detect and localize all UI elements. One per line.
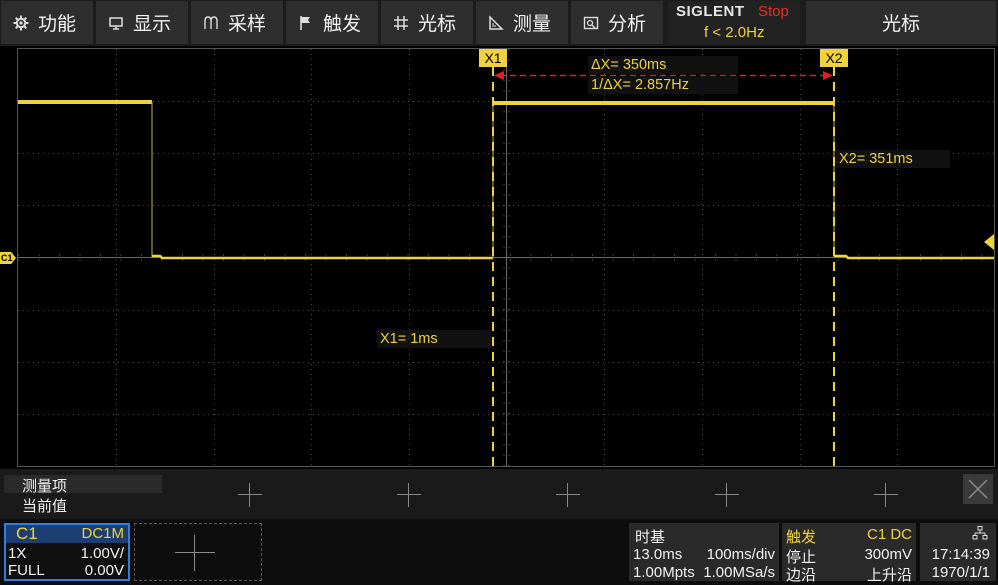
display-icon — [108, 15, 124, 31]
menu-trigger-label: 触发 — [323, 13, 362, 35]
waveform-grid — [0, 46, 998, 468]
timebase-delay: 13.0ms — [633, 546, 683, 563]
measure-current-value-label: 当前值 — [22, 497, 68, 515]
inverse-delta-x-readout: 1/ΔX= 2.857Hz — [588, 76, 738, 94]
menu-measure[interactable]: 测量 — [476, 1, 568, 44]
measure-items-label: 测量项 — [22, 477, 68, 495]
plus-icon — [175, 535, 215, 571]
cursor-x1-readout: X1= 1ms — [377, 330, 491, 348]
network-icon — [972, 526, 988, 540]
clock-date: 1970/1/1 — [931, 564, 990, 581]
trigger-frequency: f < 2.0Hz — [704, 24, 765, 41]
measure-slot-2[interactable] — [397, 483, 421, 507]
bottom-status-bar: C1 DC1M 1X 1.00V/ FULL 0.00V 时基 13.0ms 1… — [0, 519, 998, 585]
trigger-title: 触发 — [786, 528, 817, 546]
menu-acquire[interactable]: 采样 — [191, 1, 283, 44]
menu-display-label: 显示 — [133, 13, 172, 35]
flag-icon — [298, 15, 314, 31]
trigger-type: 边沿 — [786, 566, 817, 584]
status-panel: SIGLENT Stop f < 2.0Hz — [668, 1, 800, 44]
menu-cursor-label: 光标 — [418, 13, 457, 35]
analysis-icon — [583, 15, 599, 31]
channel-1-header: C1 DC1M — [6, 524, 128, 543]
measure-slot-3[interactable] — [556, 483, 580, 507]
channel-1-info-box[interactable]: C1 DC1M 1X 1.00V/ FULL 0.00V — [4, 523, 130, 581]
trigger-level: 300mV — [864, 546, 912, 563]
menu-measure-label: 测量 — [513, 13, 552, 35]
active-menu-title: 光标 — [806, 1, 996, 44]
cursor-x1-tag[interactable]: X1 — [479, 49, 507, 67]
menu-function[interactable]: 功能 — [1, 1, 93, 44]
sample-rate: 1.00MSa/s — [703, 564, 775, 581]
sample-icon — [203, 15, 219, 31]
channel-1-coupling: DC1M — [81, 525, 124, 542]
trigger-level-marker[interactable] — [984, 234, 994, 250]
menu-function-label: 功能 — [38, 13, 77, 35]
menu-analysis[interactable]: 分析 — [571, 1, 663, 44]
top-menu-bar: 功能 显示 采样 触发 光标 测量 分析 SIGLENT Stop f < 2.… — [0, 0, 998, 46]
measurement-strip: 测量项 当前值 — [0, 469, 998, 519]
timebase-title: 时基 — [635, 528, 666, 546]
channel-1-scale: 1.00V/ — [80, 545, 124, 562]
measure-icon — [488, 14, 504, 31]
menu-trigger[interactable]: 触发 — [286, 1, 378, 44]
channel-1-name: C1 — [16, 524, 38, 543]
memory-depth: 1.00Mpts — [633, 564, 695, 581]
trigger-slope: 上升沿 — [866, 566, 912, 584]
gear-icon — [13, 15, 29, 31]
menu-cursor[interactable]: 光标 — [381, 1, 473, 44]
measure-slot-1[interactable] — [238, 483, 262, 507]
channel-1-probe: 1X — [8, 545, 27, 562]
brand-logo: SIGLENT — [676, 3, 745, 20]
clock-time: 17:14:39 — [931, 546, 990, 563]
timebase-info-box[interactable]: 时基 13.0ms 100ms/div 1.00Mpts 1.00MSa/s — [629, 523, 779, 581]
menu-acquire-label: 采样 — [228, 13, 267, 35]
channel-1-offset: 0.00V — [84, 562, 124, 579]
trigger-info-box[interactable]: 触发 C1 DC 停止 300mV 边沿 上升沿 — [782, 523, 916, 584]
channel-1-bandwidth: FULL — [8, 562, 45, 579]
menu-display[interactable]: 显示 — [96, 1, 188, 44]
measure-slot-4[interactable] — [715, 483, 739, 507]
close-icon — [968, 479, 988, 499]
measure-slot-5[interactable] — [874, 483, 898, 507]
timebase-scale: 100ms/div — [706, 546, 775, 563]
clock-box: 17:14:39 1970/1/1 — [920, 523, 996, 581]
menu-analysis-label: 分析 — [608, 13, 647, 35]
cursor-grid-icon — [393, 15, 409, 31]
run-state-indicator[interactable]: Stop — [758, 3, 789, 20]
add-channel-slot[interactable] — [134, 523, 262, 581]
trigger-source: C1 DC — [866, 526, 912, 543]
delta-x-readout: ΔX= 350ms — [588, 56, 738, 74]
waveform-display[interactable]: X1 X2 ΔX= 350ms 1/ΔX= 2.857Hz X2= 351ms … — [0, 46, 998, 468]
cursor-x2-readout: X2= 351ms — [836, 150, 950, 168]
measure-close-button[interactable] — [963, 474, 993, 504]
cursor-x2-tag[interactable]: X2 — [820, 49, 848, 67]
